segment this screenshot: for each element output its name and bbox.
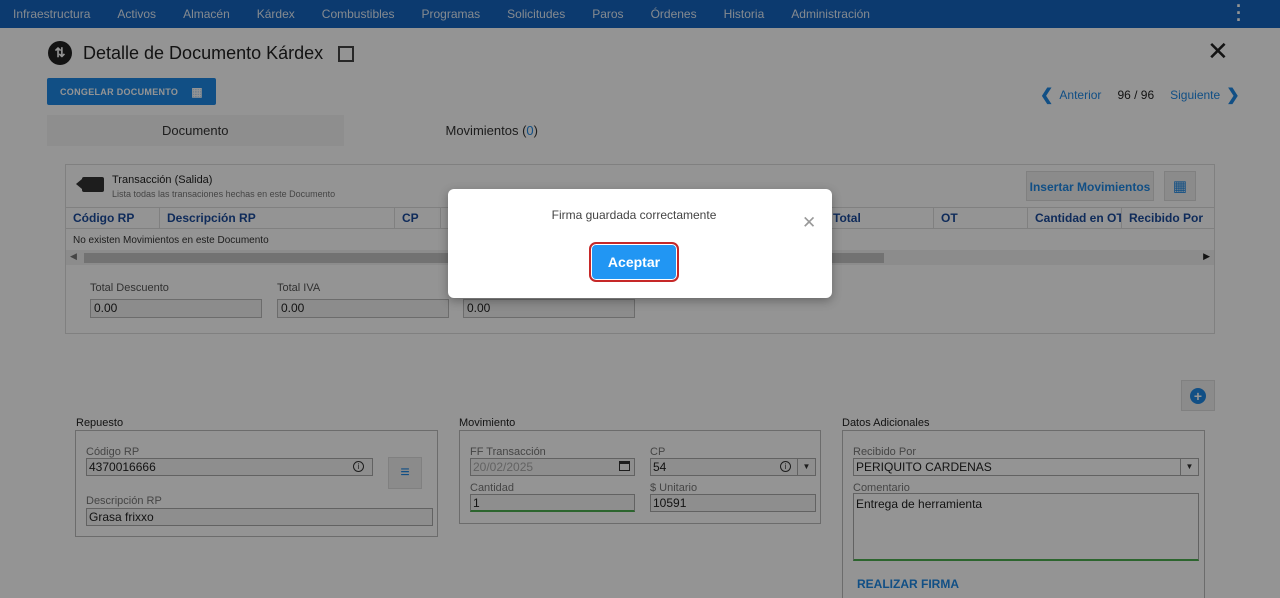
modal-overlay [0, 0, 1280, 598]
close-icon[interactable]: ✕ [802, 214, 816, 231]
confirmation-dialog: Firma guardada correctamente ✕ Aceptar [448, 189, 832, 298]
dialog-message: Firma guardada correctamente [551, 208, 717, 222]
accept-button[interactable]: Aceptar [589, 242, 679, 282]
